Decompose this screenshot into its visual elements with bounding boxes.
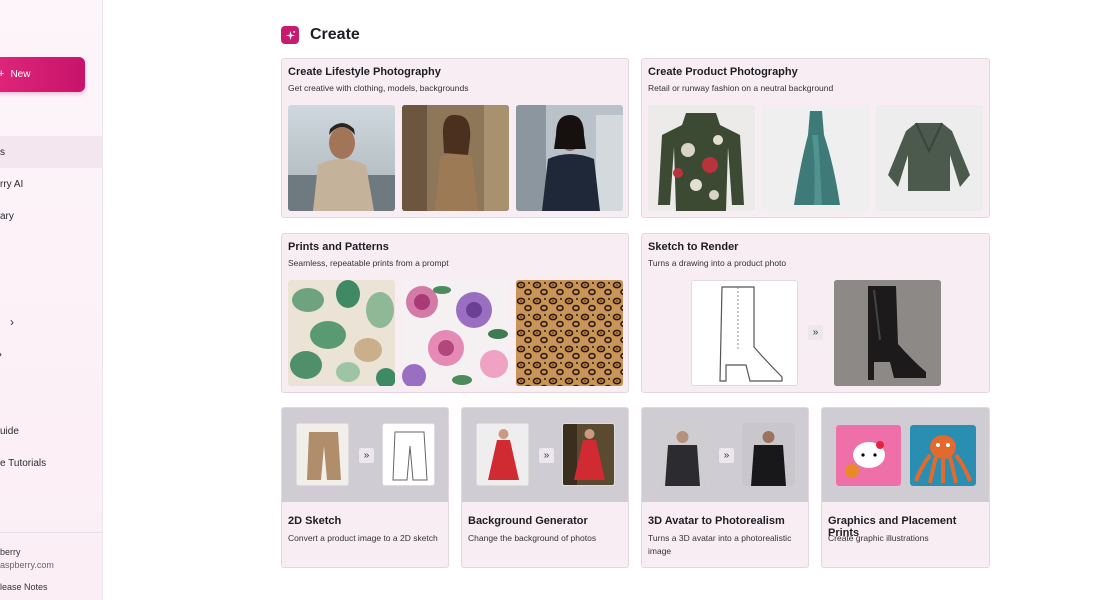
preview-avatar-photo: [742, 423, 795, 486]
lifestyle-image-man-coat: [288, 105, 395, 211]
card-title: Background Generator: [468, 515, 588, 527]
sparkle-icon: [281, 26, 299, 44]
sidebar-divider: [0, 532, 102, 533]
card-product-photography[interactable]: Create Product Photography Retail or run…: [641, 58, 990, 218]
product-image-floral-top: [648, 105, 755, 211]
chevron-right-icon[interactable]: ›: [10, 315, 14, 329]
double-chevron-right-icon: »: [539, 448, 554, 463]
card-subtitle: Convert a product image to a 2D sketch: [288, 533, 438, 543]
card-prints-patterns[interactable]: Prints and Patterns Seamless, repeatable…: [281, 233, 629, 393]
card-title: 2D Sketch: [288, 515, 342, 527]
chevron-right-icon[interactable]: ›: [0, 347, 2, 361]
card-subtitle: Get creative with clothing, models, back…: [288, 83, 469, 93]
card-sketch-to-render[interactable]: Sketch to Render Turns a drawing into a …: [641, 233, 990, 393]
card-graphics-prints[interactable]: Graphics and Placement Prints Create gra…: [821, 407, 990, 568]
double-chevron-right-icon: »: [719, 448, 734, 463]
sketch-image-boot-render: [834, 280, 941, 386]
sidebar-item-raspberry-ai[interactable]: rry AI: [0, 168, 102, 200]
double-chevron-right-icon: »: [808, 325, 823, 340]
print-image-watercolor: [288, 280, 395, 386]
account-name: berry: [0, 547, 21, 557]
card-2d-sketch[interactable]: » 2D Sketch Convert a product image to a…: [281, 407, 449, 568]
product-image-green-blouse: [876, 105, 983, 211]
preview-graphic-octopus: [910, 425, 976, 486]
sidebar-item-label: s: [0, 146, 5, 158]
preview-shorts-photo: [296, 423, 349, 486]
sidebar-item-label: rry AI: [0, 178, 24, 190]
preview-red-dress-scene: [562, 423, 615, 486]
lifestyle-image-woman-trench: [516, 105, 623, 211]
card-title: Prints and Patterns: [288, 241, 389, 253]
new-button[interactable]: + New: [0, 57, 85, 92]
card-3d-avatar[interactable]: » 3D Avatar to Photorealism Turns a 3D a…: [641, 407, 809, 568]
double-chevron-right-icon: »: [359, 448, 374, 463]
preview-avatar-3d: [656, 423, 709, 486]
card-background-generator[interactable]: » Background Generator Change the backgr…: [461, 407, 629, 568]
sidebar-item-tutorials[interactable]: e Tutorials: [0, 447, 102, 479]
card-title: 3D Avatar to Photorealism: [648, 515, 785, 527]
preview-graphic-kitty: [836, 425, 901, 486]
card-subtitle: Retail or runway fashion on a neutral ba…: [648, 83, 834, 93]
page-title: Create: [310, 26, 360, 43]
sidebar: + New s rry AI ary › › uide e Tutorials …: [0, 0, 103, 600]
card-subtitle: Create graphic illustrations: [828, 533, 929, 543]
print-image-floral: [402, 280, 509, 386]
lifestyle-image-woman-dress: [402, 105, 509, 211]
sidebar-item-label: ary: [0, 210, 14, 222]
card-subtitle: Turns a drawing into a product photo: [648, 258, 787, 268]
card-subtitle: Turns a 3D avatar into a photorealistic …: [648, 533, 792, 556]
preview-red-dress-plain: [476, 423, 529, 486]
sketch-image-boot-drawing: [691, 280, 798, 386]
card-subtitle: Seamless, repeatable prints from a promp…: [288, 258, 449, 268]
sidebar-item-label: uide: [0, 425, 19, 437]
sidebar-item-library[interactable]: ary: [0, 200, 102, 232]
plus-icon: +: [0, 69, 4, 80]
card-lifestyle-photography[interactable]: Create Lifestyle Photography Get creativ…: [281, 58, 629, 218]
sidebar-item-creations[interactable]: s: [0, 136, 102, 168]
product-image-green-dress: [762, 105, 869, 211]
sidebar-item-guide[interactable]: uide: [0, 415, 102, 447]
new-button-label: New: [10, 69, 31, 80]
preview-shorts-sketch: [382, 423, 435, 486]
card-subtitle: Change the background of photos: [468, 533, 597, 543]
page-header: Create: [281, 26, 360, 44]
release-notes-link[interactable]: lease Notes: [0, 582, 48, 592]
sidebar-item-label: e Tutorials: [0, 457, 47, 469]
card-title: Sketch to Render: [648, 241, 739, 253]
print-image-leopard: [516, 280, 623, 386]
card-title: Create Lifestyle Photography: [288, 66, 441, 78]
account-email: aspberry.com: [0, 560, 54, 570]
card-title: Create Product Photography: [648, 66, 798, 78]
